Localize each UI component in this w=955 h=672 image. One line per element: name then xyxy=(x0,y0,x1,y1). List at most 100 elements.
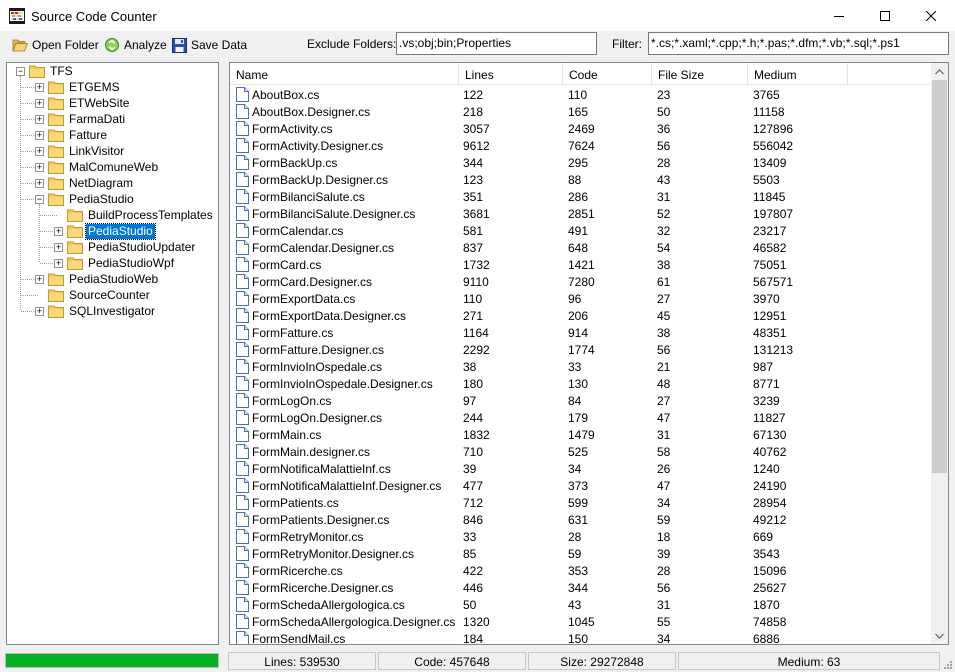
filter-input[interactable]: *.cs;*.xaml;*.cpp;*.h;*.pas;*.dfm;*.vb;*… xyxy=(648,32,949,55)
open-folder-button[interactable]: Open Folder xyxy=(12,34,99,56)
table-row[interactable]: FormSchedaAllergologica.Designer.cs 1320 1… xyxy=(230,613,930,630)
tree-node[interactable]: ETWebSite xyxy=(48,95,131,111)
tree-node[interactable]: SourceCounter xyxy=(48,287,152,303)
expand-icon[interactable]: + xyxy=(35,275,44,284)
table-row[interactable]: AboutBox.Designer.cs 218 165 50 11158 xyxy=(230,103,930,120)
save-data-button[interactable]: Save Data xyxy=(172,34,247,56)
table-row[interactable]: FormFatture.Designer.cs 2292 1774 56 131213 xyxy=(230,341,930,358)
resize-grip-icon[interactable] xyxy=(941,658,953,670)
table-row[interactable]: AboutBox.cs 122 110 23 3765 xyxy=(230,86,930,103)
tree-node[interactable]: FarmaDati xyxy=(48,111,127,127)
column-header-code[interactable]: Code xyxy=(563,63,652,85)
table-row[interactable]: FormBilanciSalute.cs 351 286 31 11845 xyxy=(230,188,930,205)
document-icon xyxy=(236,597,249,612)
expand-icon[interactable]: + xyxy=(35,83,44,92)
table-row[interactable]: FormLogOn.Designer.cs 244 179 47 11827 xyxy=(230,409,930,426)
expand-icon[interactable]: + xyxy=(35,147,44,156)
table-row[interactable]: FormRetryMonitor.Designer.cs 85 59 39 3543 xyxy=(230,545,930,562)
minimize-button[interactable] xyxy=(816,0,862,31)
analyze-button[interactable]: Analyze xyxy=(104,34,167,56)
cell-file-size: 43 xyxy=(657,173,671,187)
cell-lines: 244 xyxy=(463,411,484,425)
cell-medium: 24190 xyxy=(753,479,787,493)
table-row[interactable]: FormInvioInOspedale.Designer.cs 180 130 48 8… xyxy=(230,375,930,392)
tree-node[interactable]: PediaStudio xyxy=(67,222,156,240)
expand-icon[interactable]: + xyxy=(35,307,44,316)
table-row[interactable]: FormInvioInOspedale.cs 38 33 21 987 xyxy=(230,358,930,375)
table-row[interactable]: FormMain.cs 1832 1479 31 67130 xyxy=(230,426,930,443)
tree-node[interactable]: NetDiagram xyxy=(48,175,135,191)
expand-icon[interactable]: + xyxy=(54,227,63,236)
table-row[interactable]: FormBackUp.cs 344 295 28 13409 xyxy=(230,154,930,171)
table-row[interactable]: FormExportData.Designer.cs 271 206 45 12951 xyxy=(230,307,930,324)
expand-icon[interactable]: + xyxy=(35,115,44,124)
table-row[interactable]: FormBilanciSalute.Designer.cs 3681 2851 52 1… xyxy=(230,205,930,222)
tree-node[interactable]: PediaStudioUpdater xyxy=(67,239,197,255)
column-header-file-size[interactable]: File Size xyxy=(652,63,748,85)
tree-node[interactable]: ETGEMS xyxy=(48,79,122,95)
expand-icon[interactable]: + xyxy=(35,131,44,140)
folder-icon xyxy=(48,129,64,142)
floppy-disk-icon xyxy=(172,37,187,53)
folder-icon xyxy=(48,81,64,94)
table-row[interactable]: FormActivity.Designer.cs 9612 7624 56 556042 xyxy=(230,137,930,154)
table-row[interactable]: FormRetryMonitor.cs 33 28 18 669 xyxy=(230,528,930,545)
close-button[interactable] xyxy=(908,0,954,31)
column-header-name[interactable]: Name xyxy=(230,63,459,85)
tree-node[interactable]: BuildProcessTemplates xyxy=(67,207,215,223)
collapse-icon[interactable]: − xyxy=(35,195,44,204)
table-row[interactable]: FormCalendar.cs 581 491 32 23217 xyxy=(230,222,930,239)
tree-node[interactable]: SQLInvestigator xyxy=(48,303,157,319)
cell-medium: 567571 xyxy=(753,275,794,289)
table-row[interactable]: FormSchedaAllergologica.cs 50 43 31 1870 xyxy=(230,596,930,613)
table-row[interactable]: FormCalendar.Designer.cs 837 648 54 46582 xyxy=(230,239,930,256)
expand-icon[interactable]: + xyxy=(35,179,44,188)
table-row[interactable]: FormNotificaMalattieInf.Designer.cs 477 37… xyxy=(230,477,930,494)
table-row[interactable]: FormRicerche.cs 422 353 28 15096 xyxy=(230,562,930,579)
table-row[interactable]: FormSendMail.cs 184 150 34 6886 xyxy=(230,630,930,644)
expand-icon[interactable]: + xyxy=(35,163,44,172)
table-row[interactable]: FormCard.Designer.cs 9110 7280 61 567571 xyxy=(230,273,930,290)
tree-node-label: SQLInvestigator xyxy=(69,303,156,318)
file-list[interactable]: Name Lines Code File Size Medium AboutBo… xyxy=(229,62,949,645)
maximize-button[interactable] xyxy=(862,0,908,31)
table-row[interactable]: FormNotificaMalattieInf.cs 39 34 26 1240 xyxy=(230,460,930,477)
expand-icon[interactable]: + xyxy=(35,99,44,108)
tree-node[interactable]: Fatture xyxy=(48,127,109,143)
table-row[interactable]: FormExportData.cs 110 96 27 3970 xyxy=(230,290,930,307)
cell-code: 165 xyxy=(568,105,589,119)
scroll-down-button[interactable] xyxy=(931,627,948,644)
table-row[interactable]: FormPatients.Designer.cs 846 631 59 49212 xyxy=(230,511,930,528)
table-row[interactable]: FormLogOn.cs 97 84 27 3239 xyxy=(230,392,930,409)
table-row[interactable]: FormFatture.cs 1164 914 38 48351 xyxy=(230,324,930,341)
table-row[interactable]: FormRicerche.Designer.cs 446 344 56 25627 xyxy=(230,579,930,596)
tree-node[interactable]: TFS xyxy=(29,63,75,79)
cell-lines: 1320 xyxy=(463,615,490,629)
cell-code: 1479 xyxy=(568,428,595,442)
cell-file-size: 47 xyxy=(657,479,671,493)
table-row[interactable]: FormBackUp.Designer.cs 123 88 43 5503 xyxy=(230,171,930,188)
cell-medium: 3765 xyxy=(753,88,780,102)
cell-file-size: 47 xyxy=(657,411,671,425)
column-header-medium[interactable]: Medium xyxy=(748,63,848,85)
table-row[interactable]: FormCard.cs 1732 1421 38 75051 xyxy=(230,256,930,273)
table-row[interactable]: FormActivity.cs 3057 2469 36 127896 xyxy=(230,120,930,137)
tree-node[interactable]: PediaStudio xyxy=(48,191,136,207)
tree-node[interactable]: PediaStudioWpf xyxy=(67,255,176,271)
expand-icon[interactable]: + xyxy=(54,243,63,252)
scroll-thumb[interactable] xyxy=(932,80,947,473)
tree-node[interactable]: MalComuneWeb xyxy=(48,159,160,175)
tree-node[interactable]: LinkVisitor xyxy=(48,143,126,159)
folder-tree[interactable]: − TFS + ETGEMS + ETWebSite + FarmaDati + Fatture +… xyxy=(6,62,219,645)
tree-node[interactable]: PediaStudioWeb xyxy=(48,271,160,287)
exclude-folders-input[interactable]: .vs;obj;bin;Properties xyxy=(396,32,597,55)
scroll-up-button[interactable] xyxy=(931,63,948,80)
vertical-scrollbar[interactable] xyxy=(931,63,948,644)
cell-lines: 33 xyxy=(463,530,477,544)
table-row[interactable]: FormMain.designer.cs 710 525 58 40762 xyxy=(230,443,930,460)
expand-icon[interactable]: + xyxy=(54,259,63,268)
collapse-icon[interactable]: − xyxy=(16,67,25,76)
title-bar[interactable]: Source Code Counter xyxy=(0,0,955,31)
table-row[interactable]: FormPatients.cs 712 599 34 28954 xyxy=(230,494,930,511)
column-header-lines[interactable]: Lines xyxy=(459,63,563,85)
